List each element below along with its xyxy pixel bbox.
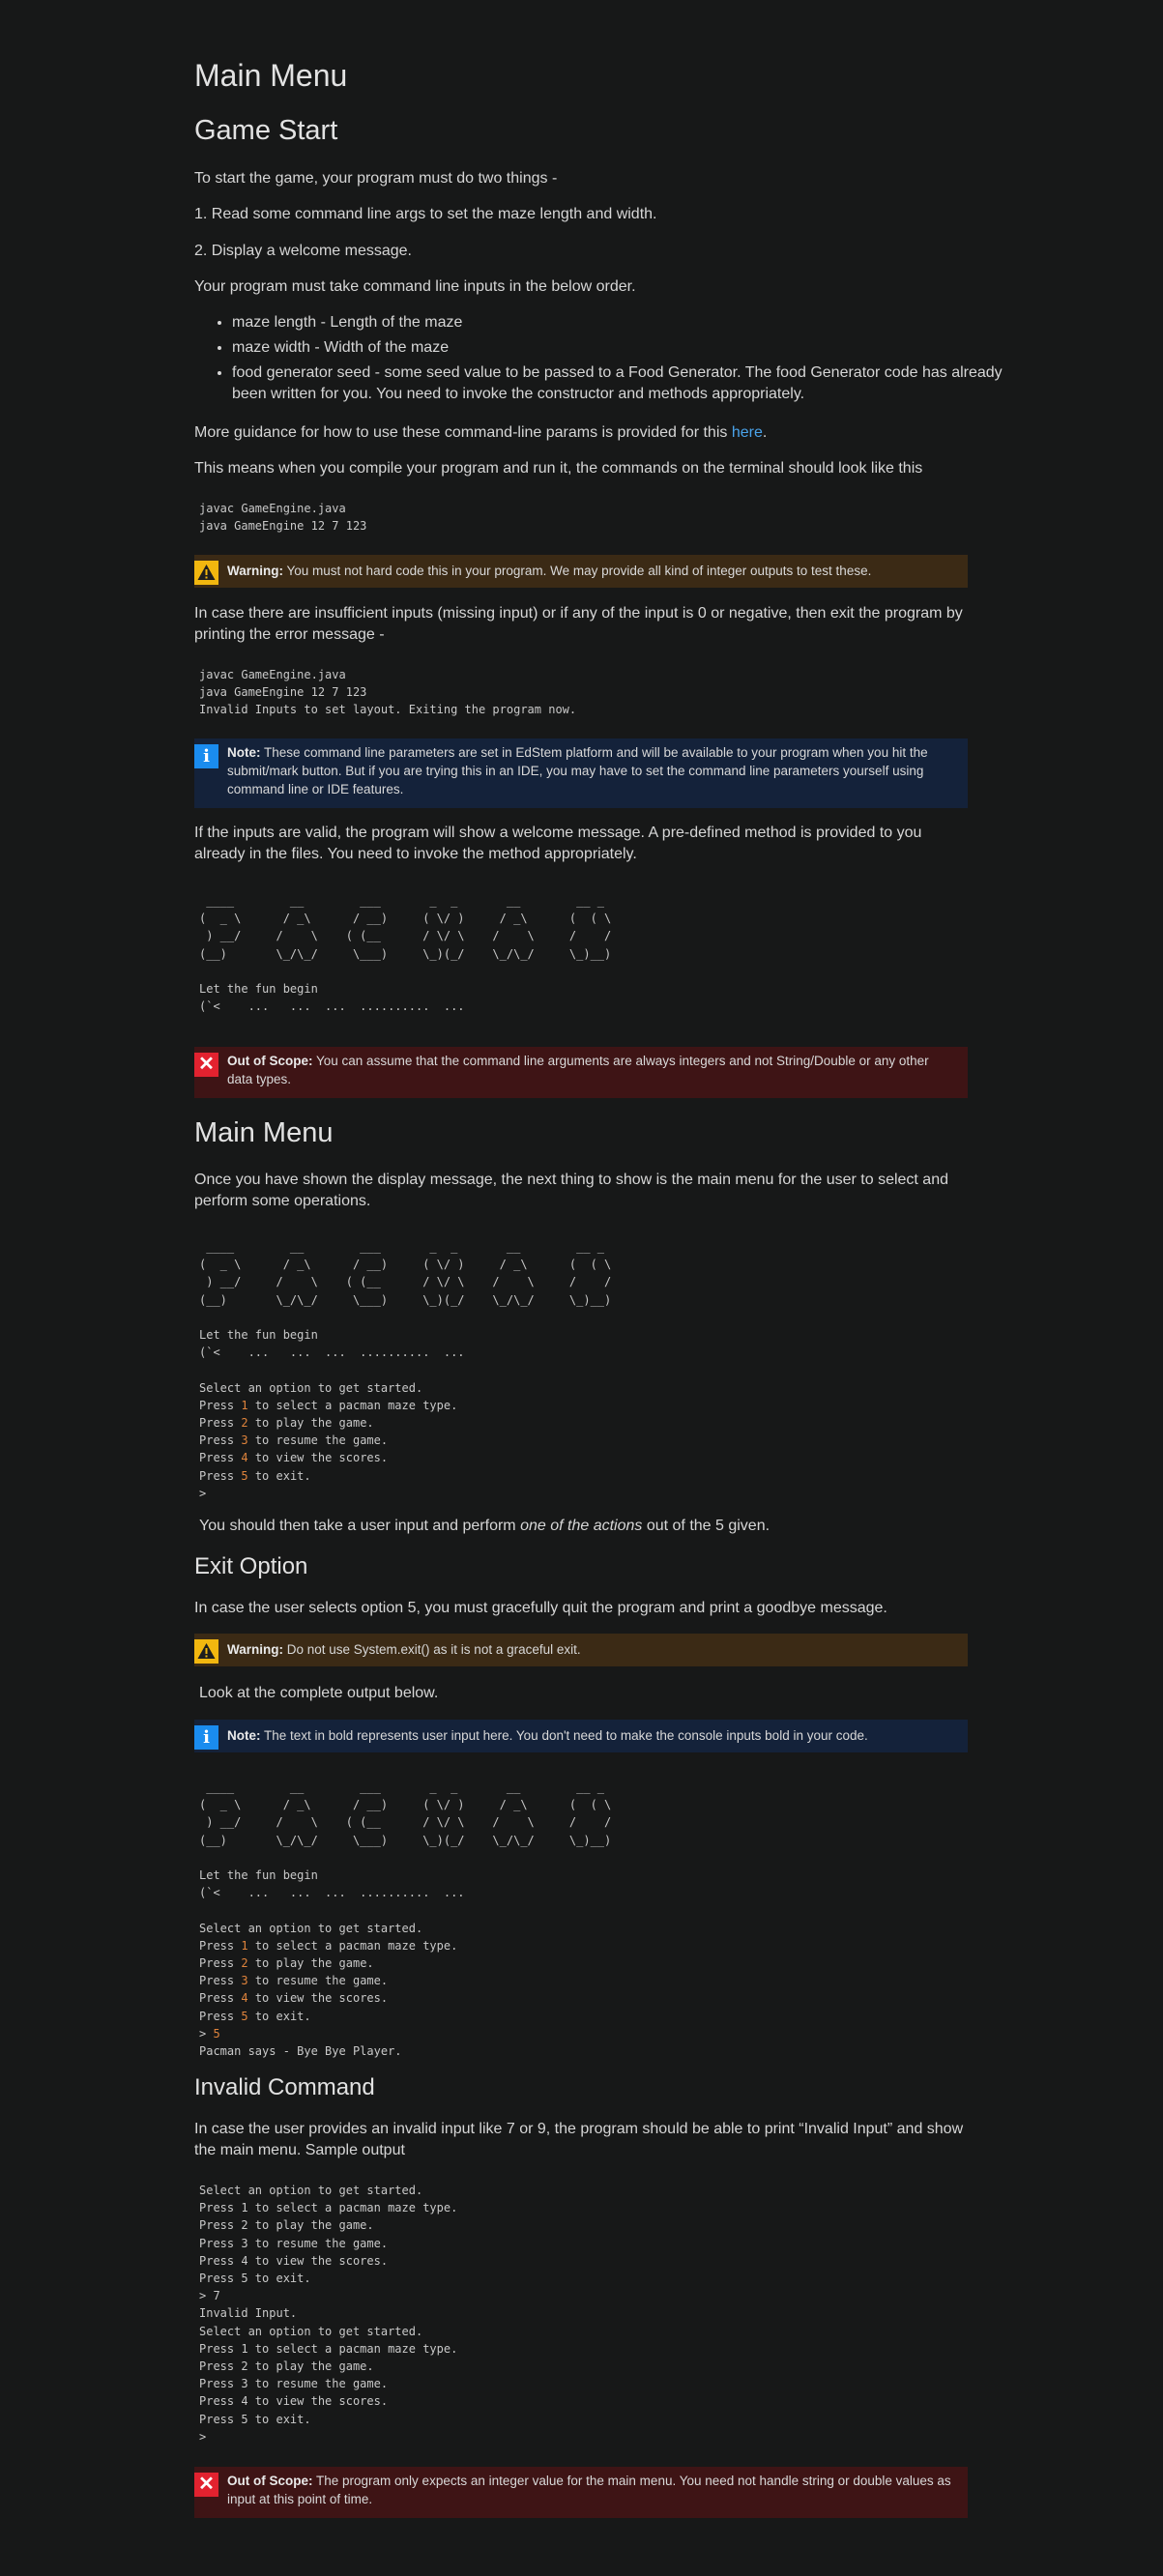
code-block-compile: javac GameEngine.java java GameEngine 12… [199,502,367,534]
look-text: Look at the complete output below. [199,1685,439,1701]
callout-label: Note: [227,745,261,760]
exit-option-text: In case the user selects option 5, you m… [194,1600,887,1616]
callout-text: These command line parameters are set in… [227,745,928,796]
invalid-inputs-text: In case there are insufficient inputs (m… [194,605,963,643]
compile-text: This means when you compile your program… [194,460,923,477]
warning-callout: Warning: Do not use System.exit() as it … [194,1634,968,1666]
invalid-command-text: In case the user provides an invalid inp… [194,2121,964,2158]
list-item: maze width - Width of the maze [232,337,1005,359]
code-block-invalid: javac GameEngine.java java GameEngine 12… [199,668,577,717]
page-title: Main Menu [194,58,348,93]
callout-label: Warning: [227,1642,283,1657]
callout-text: The program only expects an integer valu… [227,2474,951,2506]
callout-label: Out of Scope: [227,1054,313,1068]
note-callout: i Note: The text in bold represents user… [194,1720,968,1752]
callout-label: Warning: [227,564,283,578]
warning-icon [194,1639,218,1664]
order-text: Your program must take command line inpu… [194,278,636,295]
callout-text: You can assume that the command line arg… [227,1054,929,1086]
invalid-command-output: Select an option to get started. Press 1… [199,2184,458,2444]
note-callout: i Note: These command line parameters ar… [194,738,968,808]
args-list: maze length - Length of the maze maze wi… [194,312,1005,409]
step-1: 1. Read some command line args to set th… [194,206,657,222]
warning-callout: Warning: You must not hard code this in … [194,555,968,588]
callout-label: Out of Scope: [227,2474,313,2488]
callout-text: The text in bold represents user input h… [260,1728,868,1743]
warning-icon [194,561,218,585]
close-icon: ✕ [194,1053,218,1077]
valid-inputs-text: If the inputs are valid, the program wil… [194,825,922,862]
section-heading-exit-option: Exit Option [194,1553,308,1579]
section-heading-invalid-command: Invalid Command [194,2074,375,2100]
main-menu-output: ____ __ ___ _ _ __ __ _ ( _ \ / _\ / __)… [199,1240,612,1500]
guidance-link[interactable]: here [732,424,763,441]
list-item: food generator seed - some seed value to… [232,362,1005,405]
callout-text: Do not use System.exit() as it is not a … [283,1642,581,1657]
out-of-scope-callout: ✕ Out of Scope: The program only expects… [194,2467,968,2518]
close-icon: ✕ [194,2473,218,2497]
step-2: 2. Display a welcome message. [194,243,412,259]
info-icon: i [194,1725,218,1750]
out-of-scope-callout: ✕ Out of Scope: You can assume that the … [194,1047,968,1098]
callout-label: Note: [227,1728,261,1743]
section-heading-game-start: Game Start [194,115,338,146]
callout-text: You must not hard code this in your prog… [283,564,872,578]
welcome-banner: ____ __ ___ _ _ __ __ _ ( _ \ / _\ / __)… [199,894,612,1014]
exit-output: ____ __ ___ _ _ __ __ _ ( _ \ / _\ / __)… [199,1780,612,2059]
main-menu-intro: Once you have shown the display message,… [194,1172,948,1209]
info-icon: i [194,744,218,768]
section-heading-main-menu: Main Menu [194,1117,334,1148]
game-start-intro: To start the game, your program must do … [194,170,558,187]
list-item: maze length - Length of the maze [232,312,1005,333]
guidance-text: More guidance for how to use these comma… [194,424,768,441]
take-input-text: You should then take a user input and pe… [199,1518,770,1534]
